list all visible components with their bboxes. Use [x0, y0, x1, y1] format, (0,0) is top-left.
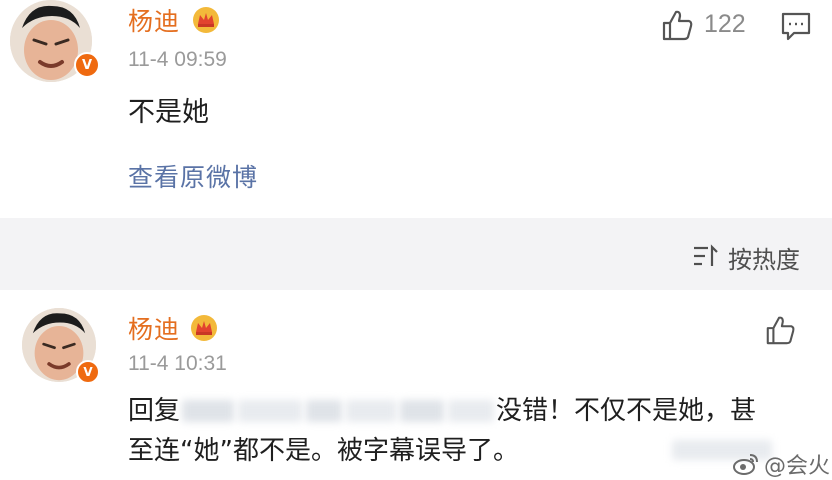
verified-label: V	[83, 365, 93, 379]
thumbs-up-icon[interactable]	[660, 8, 694, 42]
blurred-text	[448, 400, 494, 422]
reply-timestamp: 11-4 10:31	[128, 352, 227, 375]
reply-card: V 杨迪 11-4 10:31 回复 没错！不仅不是她，甚 至连“她”都不是。被…	[0, 290, 832, 480]
comment-text: 不是她	[128, 97, 209, 128]
blurred-text	[346, 400, 396, 422]
weibo-logo-icon	[733, 454, 758, 475]
blurred-text	[238, 400, 302, 422]
blurred-text	[306, 400, 342, 422]
like-count: 122	[704, 10, 746, 38]
reply-line1-text: 没错！不仅不是她，甚	[496, 396, 757, 426]
post-timestamp: 11-4 09:59	[128, 48, 227, 71]
verified-badge-icon: V	[76, 360, 100, 384]
blurred-username	[182, 400, 234, 422]
comment-card: V 杨迪 11-4 09:59 不是她 查看原微博 122	[0, 0, 832, 218]
view-original-link[interactable]: 查看原微博	[128, 158, 258, 194]
watermark-text: @会火	[764, 454, 831, 479]
sort-bar: 按热度	[0, 218, 832, 290]
reply-line2-text: 至连“她”都不是。被字幕误导了。	[128, 436, 519, 466]
username[interactable]: 杨迪	[128, 2, 180, 38]
verified-badge-icon: V	[74, 52, 100, 78]
comment-icon[interactable]	[780, 10, 812, 42]
reply-prefix: 回复	[128, 396, 181, 426]
crown-icon	[191, 315, 217, 341]
sort-label[interactable]: 按热度	[728, 240, 800, 275]
username[interactable]: 杨迪	[128, 310, 180, 346]
sort-icon[interactable]	[692, 244, 720, 268]
crown-icon	[193, 7, 219, 33]
watermark: @会火	[732, 448, 830, 480]
blurred-text	[400, 400, 444, 422]
thumbs-up-icon[interactable]	[764, 314, 796, 346]
verified-label: V	[81, 57, 93, 73]
